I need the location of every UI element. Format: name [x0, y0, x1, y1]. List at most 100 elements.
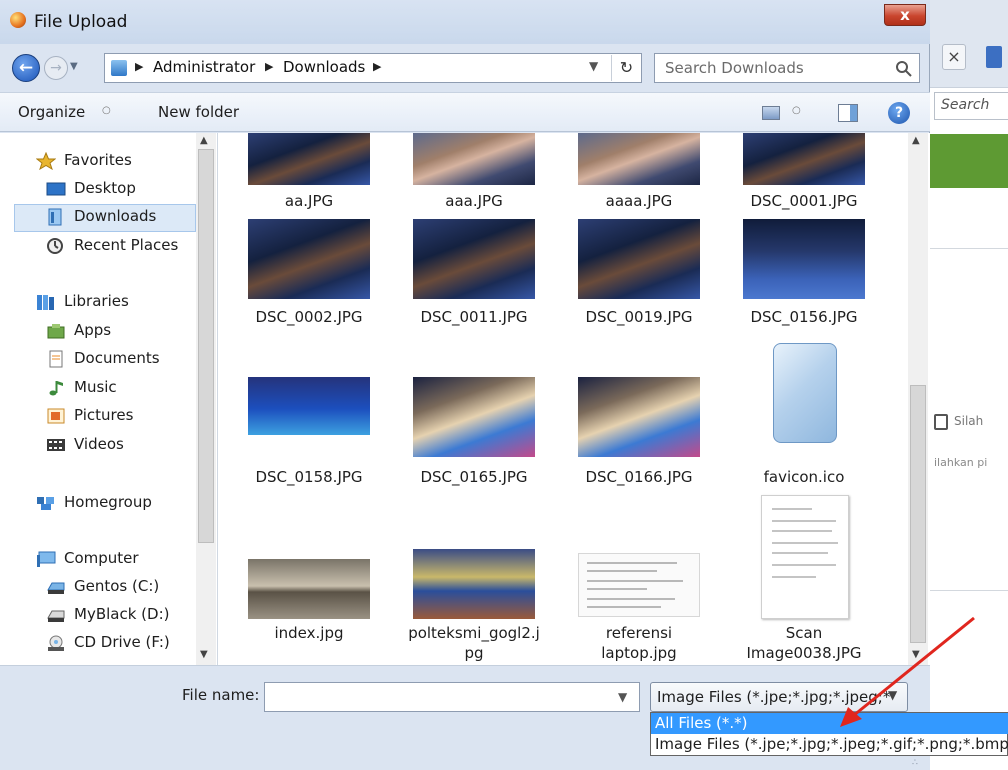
file-thumbnail — [578, 219, 700, 299]
file-name-label: File name: — [182, 686, 260, 704]
breadcrumb-administrator[interactable]: Administrator — [153, 58, 255, 76]
file-thumbnail — [413, 133, 535, 185]
homegroup-icon — [37, 497, 54, 510]
file-name: DSC_0156.JPG — [750, 308, 858, 326]
breadcrumb-arrow-icon[interactable]: ▶ — [135, 60, 143, 73]
nav-label: Computer — [64, 549, 139, 567]
back-button[interactable]: ← — [12, 54, 40, 82]
file-item[interactable]: polteksmi_gogl2.j pg — [399, 547, 549, 665]
search-icon[interactable] — [895, 60, 913, 78]
view-options-icon[interactable]: ○ — [792, 105, 801, 116]
file-name: DSC_0001.JPG — [750, 192, 858, 210]
new-folder-button[interactable]: New folder — [158, 103, 239, 121]
file-thumbnail — [578, 377, 700, 457]
file-item[interactable]: DSC_0165.JPG — [399, 377, 549, 489]
file-thumbnail — [248, 377, 370, 435]
nav-scrollbar[interactable]: ▲ ▼ — [196, 133, 216, 665]
file-thumbnail — [248, 133, 370, 185]
file-item[interactable]: DSC_0158.JPG — [234, 377, 384, 489]
change-view-icon[interactable] — [762, 106, 780, 120]
search-placeholder: Search Downloads — [665, 59, 804, 77]
file-name: DSC_0165.JPG — [420, 468, 528, 486]
nav-label: Gentos (C:) — [74, 577, 160, 595]
file-name: DSC_0019.JPG — [585, 308, 693, 326]
file-thumbnail — [413, 377, 535, 457]
preview-pane-icon[interactable] — [838, 104, 858, 122]
refresh-button[interactable]: ↻ — [611, 55, 641, 81]
organize-button[interactable]: Organize — [18, 103, 85, 121]
close-button[interactable]: x — [884, 4, 926, 26]
file-name-input[interactable] — [264, 682, 640, 712]
background-search-field[interactable]: Search — [934, 92, 1008, 120]
file-list-pane: aa.JPG aaa.JPG aaaa.JPG DSC_0001.JPG DSC… — [218, 133, 930, 665]
file-upload-dialog: File Upload x ← → ▼ ▶ Administrator ▶ Do… — [0, 0, 930, 770]
background-tab-chip — [986, 46, 1002, 68]
nav-label: Favorites — [64, 151, 132, 169]
file-item[interactable]: aaaa.JPG — [564, 133, 714, 213]
address-bar[interactable]: ▶ Administrator ▶ Downloads ▶ ▼ ↻ — [104, 53, 642, 83]
downloads-folder-icon — [48, 208, 62, 226]
breadcrumb-downloads[interactable]: Downloads — [283, 58, 365, 76]
file-item[interactable]: favicon.ico — [729, 337, 879, 489]
file-thumbnail — [248, 219, 370, 299]
file-name: DSC_0011.JPG — [420, 308, 528, 326]
help-icon[interactable]: ? — [888, 102, 910, 124]
folder-icon — [111, 60, 127, 76]
file-name: DSC_0158.JPG — [255, 468, 363, 486]
scroll-up-icon[interactable]: ▲ — [200, 135, 208, 146]
background-text: Silah — [954, 414, 984, 428]
firefox-icon — [10, 12, 26, 28]
title-bar[interactable]: File Upload x — [0, 0, 930, 44]
file-item[interactable]: aaa.JPG — [399, 133, 549, 213]
file-item[interactable]: DSC_0156.JPG — [729, 219, 879, 331]
file-item[interactable]: aa.JPG — [234, 133, 384, 213]
recent-places-icon — [47, 238, 63, 254]
file-scrollbar[interactable]: ▲ ▼ — [908, 133, 928, 665]
background-divider — [930, 248, 1008, 249]
file-item[interactable]: DSC_0001.JPG — [729, 133, 879, 213]
nav-scroll-thumb[interactable] — [198, 149, 214, 543]
music-icon — [49, 381, 63, 396]
file-thumbnail — [743, 133, 865, 185]
ico-file-icon — [773, 343, 837, 443]
file-name: aaa.JPG — [445, 192, 503, 210]
file-name: DSC_0002.JPG — [255, 308, 363, 326]
nav-label: Downloads — [74, 207, 157, 225]
file-item[interactable]: DSC_0166.JPG — [564, 377, 714, 489]
search-input[interactable]: Search Downloads — [654, 53, 920, 83]
apps-icon — [47, 324, 65, 339]
file-name-dropdown-icon[interactable]: ▼ — [618, 690, 627, 704]
computer-icon — [37, 551, 56, 567]
documents-icon — [49, 350, 63, 368]
breadcrumb-arrow-icon[interactable]: ▶ — [373, 60, 381, 73]
file-scroll-thumb[interactable] — [910, 385, 926, 643]
navigation-pane: Favorites Desktop Downloads Recent Place… — [0, 133, 218, 665]
file-thumbnail — [743, 219, 865, 299]
file-item[interactable]: index.jpg — [234, 559, 384, 649]
address-dropdown-icon[interactable]: ▼ — [589, 59, 607, 73]
background-close-tab-button[interactable]: × — [942, 44, 966, 70]
option-image-files[interactable]: Image Files (*.jpe;*.jpg;*.jpeg;*.gif;*.… — [651, 734, 1008, 755]
file-name: favicon.ico — [763, 468, 845, 486]
file-item[interactable]: DSC_0019.JPG — [564, 219, 714, 331]
breadcrumb-arrow-icon[interactable]: ▶ — [265, 60, 273, 73]
file-item[interactable]: referensi laptop.jpg — [564, 553, 714, 663]
organize-dropdown-icon[interactable]: ○ — [102, 105, 111, 116]
nav-label: Documents — [74, 349, 160, 367]
scroll-down-icon[interactable]: ▼ — [200, 649, 208, 660]
file-thumbnail — [413, 549, 535, 619]
scroll-up-icon[interactable]: ▲ — [912, 135, 920, 146]
file-item[interactable]: DSC_0011.JPG — [399, 219, 549, 331]
nav-label: Music — [74, 378, 117, 396]
file-name: polteksmi_gogl2.j pg — [408, 624, 540, 662]
hard-drive-icon — [47, 582, 65, 594]
resize-grip-icon[interactable]: ∴ — [912, 758, 924, 770]
background-document-icon — [934, 414, 948, 430]
background-green-banner — [930, 134, 1008, 188]
file-thumbnail — [578, 553, 700, 617]
forward-button[interactable]: → — [44, 56, 68, 80]
file-thumbnail — [413, 219, 535, 299]
desktop-icon — [46, 182, 66, 196]
file-item[interactable]: DSC_0002.JPG — [234, 219, 384, 331]
recent-locations-icon[interactable]: ▼ — [70, 60, 82, 74]
